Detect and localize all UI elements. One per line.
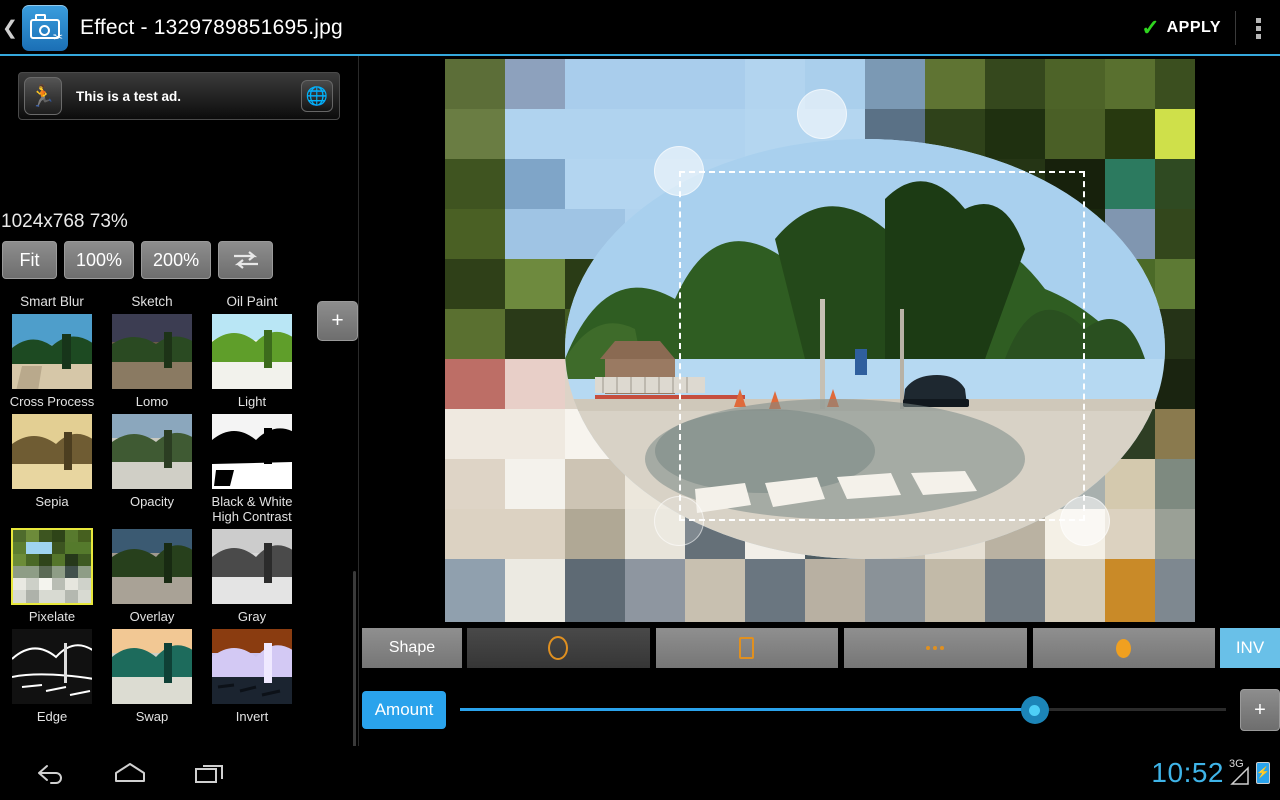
effects-scroll-area[interactable]: Smart Blur Sketch Oil Paint Cross Proces… <box>0 294 359 800</box>
image-dimensions-label: 1024x768 73% <box>1 211 128 232</box>
effect-item-opacity[interactable]: Opacity <box>102 413 202 524</box>
apply-button[interactable]: ✓ APPLY <box>1127 0 1235 56</box>
status-indicators: 10:52 3G ⚡ <box>1151 757 1270 789</box>
filled-ellipse-icon <box>1116 638 1132 658</box>
back-icon[interactable] <box>10 762 90 784</box>
compare-arrows-icon[interactable] <box>218 241 274 279</box>
effect-label-oil-paint[interactable]: Oil Paint <box>202 294 302 309</box>
effects-row: Pixelate Overlay Gray <box>2 528 322 624</box>
effect-item-light[interactable]: Light <box>202 313 302 409</box>
effect-thumbnail[interactable] <box>211 413 293 490</box>
overflow-menu-icon[interactable] <box>1236 0 1280 56</box>
effects-sidebar: 🏃 This is a test ad. 🌐 1024x768 73% Fit … <box>0 56 359 800</box>
rectangle-outline-icon <box>739 637 755 659</box>
effect-label: Black & White High Contrast <box>211 494 293 524</box>
effect-item-sepia[interactable]: Sepia <box>2 413 102 524</box>
invert-button[interactable]: INV <box>1220 628 1280 668</box>
selection-handle-top-center[interactable] <box>797 89 847 139</box>
amount-add-button[interactable]: + <box>1240 689 1280 731</box>
effect-label: Swap <box>135 709 169 724</box>
shape-filled-button[interactable] <box>1031 628 1216 668</box>
effect-item-swap[interactable]: Swap <box>102 628 202 724</box>
shape-ellipse-button[interactable] <box>466 628 651 668</box>
effect-item-invert[interactable]: Invert <box>202 628 302 724</box>
effect-item-pixelate[interactable]: Pixelate <box>2 528 102 624</box>
effect-item-lomo[interactable]: Lomo <box>102 313 202 409</box>
shape-dots-button[interactable] <box>843 628 1028 668</box>
title-bar-actions: ✓ APPLY <box>1127 0 1280 56</box>
shape-rectangle-button[interactable] <box>654 628 839 668</box>
ad-text: This is a test ad. <box>76 88 182 104</box>
ellipse-outline-icon <box>548 636 569 660</box>
amount-control-row: Amount + <box>362 689 1280 731</box>
effect-item-bw-high-contrast[interactable]: Black & White High Contrast <box>202 413 302 524</box>
effect-thumbnail[interactable] <box>211 528 293 605</box>
system-navigation-bar: 10:52 3G ⚡ <box>0 746 1280 800</box>
amount-label[interactable]: Amount <box>362 691 446 729</box>
effect-label: Lomo <box>135 394 169 409</box>
effect-thumbnail[interactable] <box>111 313 193 390</box>
effect-label: Sepia <box>35 494 69 509</box>
effect-thumbnail[interactable] <box>111 413 193 490</box>
zoom-100-button[interactable]: 100% <box>64 241 135 279</box>
selection-handle-bottom-right[interactable] <box>1060 496 1110 546</box>
effects-row: Edge Swap Invert <box>2 628 322 724</box>
zoom-fit-button[interactable]: Fit <box>2 241 57 279</box>
battery-charging-icon: ⚡ <box>1256 762 1270 784</box>
effect-thumbnail[interactable] <box>11 628 93 705</box>
effect-label: Gray <box>237 609 267 624</box>
effect-item-gray[interactable]: Gray <box>202 528 302 624</box>
effects-row: Sepia Opacity Black & White High Contras… <box>2 413 322 524</box>
effects-grid: Smart Blur Sketch Oil Paint Cross Proces… <box>2 294 322 724</box>
effect-label: Invert <box>235 709 269 724</box>
selection-rectangle[interactable] <box>679 171 1085 521</box>
ad-banner[interactable]: 🏃 This is a test ad. 🌐 <box>18 72 340 120</box>
canvas-area[interactable] <box>360 56 1280 626</box>
selection-handle-top-left[interactable] <box>654 146 704 196</box>
effect-thumbnail[interactable] <box>11 313 93 390</box>
chevron-left-icon[interactable]: ❮ <box>2 17 18 40</box>
page-title: Effect - 1329789851695.jpg <box>80 16 343 39</box>
effect-thumbnail[interactable] <box>211 313 293 390</box>
effect-item-edge[interactable]: Edge <box>2 628 102 724</box>
effect-label: Overlay <box>129 609 175 624</box>
effect-label: Edge <box>36 709 68 724</box>
photo-editor-icon[interactable]: ✂ <box>22 5 68 51</box>
effect-label: Opacity <box>129 494 175 509</box>
shape-label: Shape <box>362 628 462 668</box>
signal-icon: 3G <box>1229 758 1251 785</box>
effect-item-cross-process[interactable]: Cross Process <box>2 313 102 409</box>
amount-slider[interactable] <box>460 691 1226 729</box>
effect-label: Light <box>237 394 267 409</box>
effect-thumbnail[interactable] <box>211 628 293 705</box>
apply-label: APPLY <box>1166 19 1221 36</box>
zoom-controls: Fit 100% 200% <box>2 241 274 279</box>
effect-item-overlay[interactable]: Overlay <box>102 528 202 624</box>
effect-label: Pixelate <box>28 609 76 624</box>
effect-thumbnail[interactable] <box>111 628 193 705</box>
check-icon: ✓ <box>1141 15 1160 40</box>
image-preview-canvas[interactable] <box>445 59 1195 622</box>
dots-icon <box>926 646 945 650</box>
effect-label-sketch[interactable]: Sketch <box>102 294 202 309</box>
selection-handle-bottom-left[interactable] <box>654 496 704 546</box>
clock: 10:52 <box>1151 757 1224 788</box>
photo-editor-app: ❮ ✂ Effect - 1329789851695.jpg ✓ APPLY 🏃… <box>0 0 1280 800</box>
zoom-200-button[interactable]: 200% <box>141 241 212 279</box>
slider-thumb[interactable] <box>1020 696 1049 724</box>
effect-thumbnail[interactable] <box>111 528 193 605</box>
effect-label: Cross Process <box>9 394 95 409</box>
effects-top-row-labels: Smart Blur Sketch Oil Paint <box>2 294 322 309</box>
effects-row: Cross Process Lomo Light <box>2 313 322 409</box>
effect-thumbnail[interactable] <box>11 413 93 490</box>
globe-icon[interactable]: 🌐 <box>301 80 333 112</box>
recents-icon[interactable] <box>170 761 250 785</box>
shape-toolbar: Shape INV <box>362 628 1280 668</box>
home-icon[interactable] <box>90 761 170 785</box>
slider-fill <box>460 708 1035 711</box>
title-bar: ❮ ✂ Effect - 1329789851695.jpg ✓ APPLY <box>0 0 1280 56</box>
effect-thumbnail-selected[interactable] <box>11 528 93 605</box>
runner-icon: 🏃 <box>24 77 62 115</box>
effect-label-smart-blur[interactable]: Smart Blur <box>2 294 102 309</box>
